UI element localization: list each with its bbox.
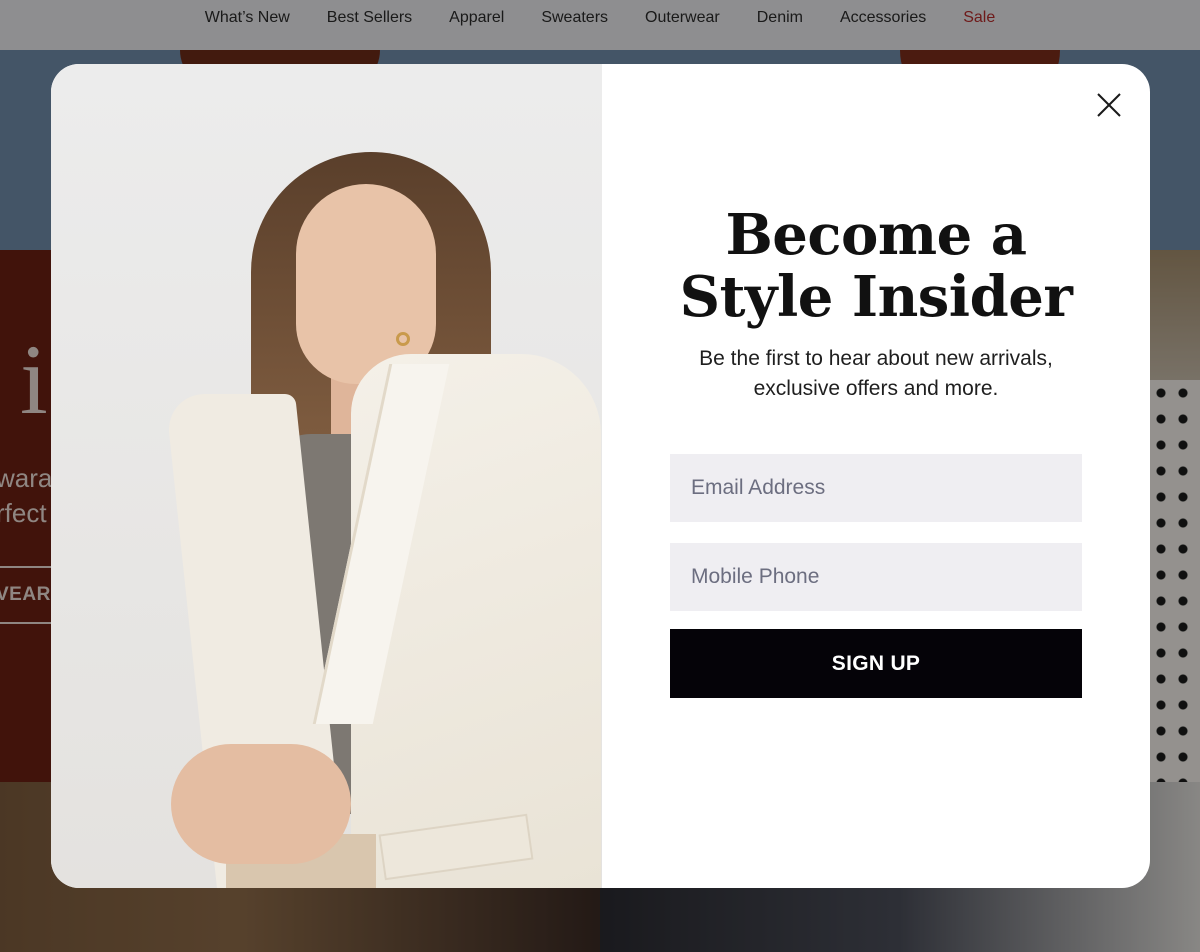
- close-icon: [1097, 93, 1121, 117]
- modal-model-photo: [51, 64, 602, 888]
- newsletter-signup-modal: Become a Style Insider Be the first to h…: [51, 64, 1150, 888]
- headline-line-2: Style Insider: [679, 264, 1073, 330]
- subtext-line-2: exclusive offers and more.: [753, 377, 999, 400]
- subtext-line-1: Be the first to hear about new arrivals,: [699, 347, 1053, 370]
- photo-hands: [171, 744, 351, 864]
- modal-headline: Become a Style Insider: [602, 204, 1150, 328]
- modal-subtext: Be the first to hear about new arrivals,…: [602, 344, 1150, 404]
- email-field[interactable]: [670, 454, 1082, 522]
- close-button[interactable]: [1092, 88, 1126, 122]
- headline-line-1: Become a: [725, 202, 1027, 268]
- photo-earring: [396, 332, 410, 346]
- mobile-phone-field[interactable]: [670, 543, 1082, 611]
- modal-form-panel: Become a Style Insider Be the first to h…: [602, 64, 1150, 888]
- sign-up-button[interactable]: SIGN UP: [670, 629, 1082, 698]
